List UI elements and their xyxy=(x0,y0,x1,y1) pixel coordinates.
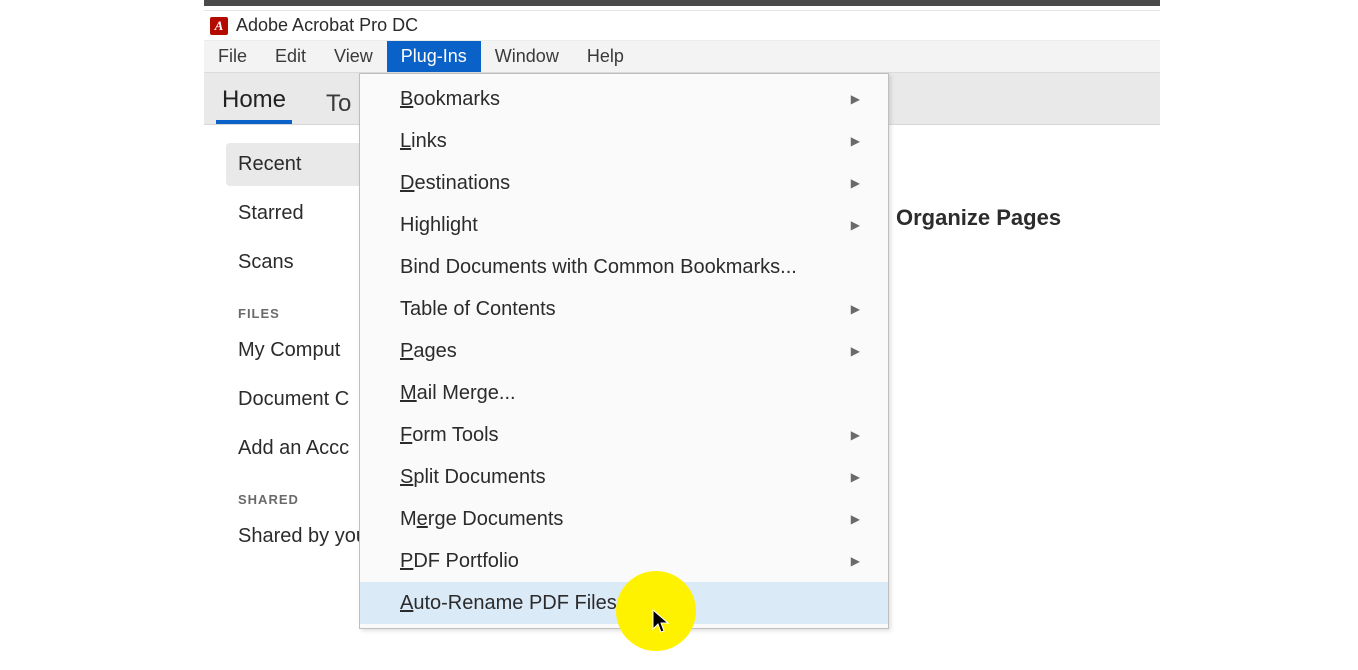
dd-merge-label: rge Documents xyxy=(428,508,564,530)
tool-organize-pages[interactable]: Organize Pages xyxy=(896,205,1160,231)
submenu-arrow-icon: ▶ xyxy=(851,428,860,442)
dd-pdf-portfolio[interactable]: PDF Portfolio ▶ xyxy=(360,540,888,582)
sidebar-item-shared-by-you[interactable]: Shared by you xyxy=(226,515,374,558)
dd-table-of-contents[interactable]: Table of Contents ▶ xyxy=(360,288,888,330)
menu-plugins[interactable]: Plug-Ins xyxy=(387,41,481,72)
tab-tools[interactable]: To xyxy=(320,82,357,124)
dd-bookmarks-label: ookmarks xyxy=(413,88,500,110)
submenu-arrow-icon: ▶ xyxy=(851,470,860,484)
dd-form-tools[interactable]: Form Tools ▶ xyxy=(360,414,888,456)
submenu-arrow-icon: ▶ xyxy=(851,134,860,148)
sidebar-heading-files: FILES xyxy=(238,306,374,321)
submenu-arrow-icon: ▶ xyxy=(851,344,860,358)
dd-pages-label: ages xyxy=(413,340,456,362)
submenu-arrow-icon: ▶ xyxy=(851,302,860,316)
acrobat-icon: A xyxy=(210,17,228,35)
dd-mail-merge[interactable]: Mail Merge... xyxy=(360,372,888,414)
sidebar-item-recent[interactable]: Recent xyxy=(226,143,374,186)
menu-bar: File Edit View Plug-Ins Window Help xyxy=(204,41,1160,73)
dd-destinations-label: estinations xyxy=(414,172,510,194)
dd-merge-documents[interactable]: Merge Documents ▶ xyxy=(360,498,888,540)
dd-highlight-label: Highlight xyxy=(400,214,478,237)
dd-auto-rename[interactable]: Auto-Rename PDF Files... xyxy=(360,582,888,624)
submenu-arrow-icon: ▶ xyxy=(851,512,860,526)
submenu-arrow-icon: ▶ xyxy=(851,176,860,190)
menu-view[interactable]: View xyxy=(320,41,387,72)
dd-bind-label: Bind Documents with Common Bookmarks... xyxy=(400,256,797,279)
dd-toc-label: Table of Contents xyxy=(400,298,556,321)
dd-formtools-label: orm Tools xyxy=(412,424,498,446)
submenu-arrow-icon: ▶ xyxy=(851,218,860,232)
sidebar-item-scans[interactable]: Scans xyxy=(226,241,374,284)
menu-file[interactable]: File xyxy=(204,41,261,72)
menu-window[interactable]: Window xyxy=(481,41,573,72)
dd-destinations[interactable]: Destinations ▶ xyxy=(360,162,888,204)
dd-links-label: inks xyxy=(411,130,447,152)
dd-highlight[interactable]: Highlight ▶ xyxy=(360,204,888,246)
menu-edit[interactable]: Edit xyxy=(261,41,320,72)
dd-split-documents[interactable]: Split Documents ▶ xyxy=(360,456,888,498)
app-title: Adobe Acrobat Pro DC xyxy=(236,15,418,36)
submenu-arrow-icon: ▶ xyxy=(851,554,860,568)
sidebar-item-starred[interactable]: Starred xyxy=(226,192,374,235)
sidebar-item-document-cloud[interactable]: Document C xyxy=(226,378,374,421)
dd-autorename-label: uto-Rename PDF Files... xyxy=(413,592,633,614)
dd-portfolio-label: DF Portfolio xyxy=(413,550,519,572)
dd-links[interactable]: Links ▶ xyxy=(360,120,888,162)
sidebar-heading-shared: SHARED xyxy=(238,492,374,507)
app-window: A Adobe Acrobat Pro DC File Edit View Pl… xyxy=(204,10,1160,669)
tab-home[interactable]: Home xyxy=(216,78,292,124)
dd-bookmarks[interactable]: Bookmarks ▶ xyxy=(360,78,888,120)
window-top-strip xyxy=(204,0,1160,6)
menu-help[interactable]: Help xyxy=(573,41,638,72)
title-bar: A Adobe Acrobat Pro DC xyxy=(204,11,1160,41)
dd-pages[interactable]: Pages ▶ xyxy=(360,330,888,372)
sidebar-item-add-account[interactable]: Add an Accc xyxy=(226,427,374,470)
home-sidebar: Recent Starred Scans FILES My Comput Doc… xyxy=(204,125,384,669)
submenu-arrow-icon: ▶ xyxy=(851,92,860,106)
sidebar-item-my-computer[interactable]: My Comput xyxy=(226,329,374,372)
dd-mailmerge-label: ail Merge... xyxy=(417,382,516,404)
dd-split-label: plit Documents xyxy=(413,466,545,488)
plugins-dropdown: Bookmarks ▶ Links ▶ Destinations ▶ Highl… xyxy=(359,73,889,629)
dd-bind-documents[interactable]: Bind Documents with Common Bookmarks... xyxy=(360,246,888,288)
